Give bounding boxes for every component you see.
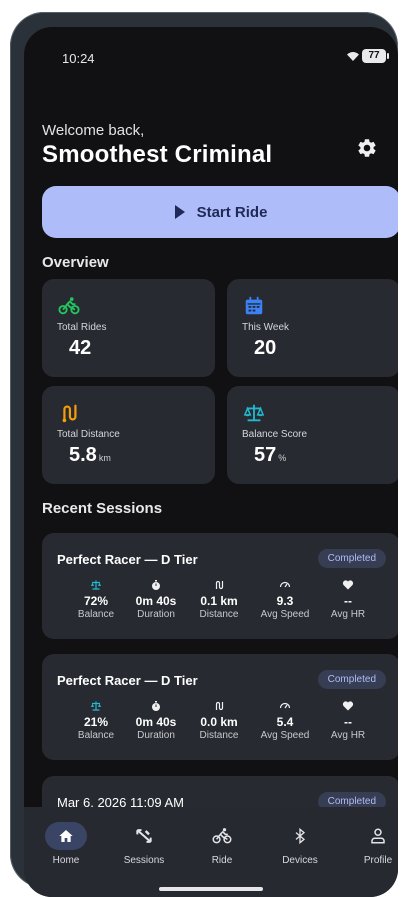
metric-avg-speed: 9.3 Avg Speed — [253, 578, 317, 621]
calendar-icon — [245, 296, 263, 315]
bottom-nav: Home Sessions Ride Devices Profile — [24, 807, 398, 897]
session-title: Perfect Racer — D Tier — [57, 552, 198, 567]
metric-duration: 0m 40s Duration — [124, 699, 188, 742]
stopwatch-icon — [152, 701, 160, 711]
speedometer-icon — [279, 702, 291, 709]
nav-label: Sessions — [123, 855, 165, 866]
bike-icon — [58, 297, 80, 315]
scale-icon — [243, 404, 265, 422]
metric-distance: 0.0 km Distance — [187, 699, 251, 742]
phone-frame: 10:24 77 Welcome back, Smoothest Crimina… — [10, 12, 398, 897]
home-icon — [59, 830, 73, 842]
stat-value: 57% — [254, 444, 287, 466]
route-icon — [215, 580, 224, 590]
heart-icon — [342, 701, 354, 711]
status-time: 10:24 — [62, 51, 95, 66]
stat-card-this-week: This Week 20 — [227, 279, 398, 377]
status-bar: 10:24 77 — [24, 27, 398, 67]
metric-distance: 0.1 km Distance — [187, 578, 251, 621]
nav-label: Home — [52, 855, 80, 866]
recent-sessions-heading: Recent Sessions — [42, 500, 163, 517]
session-card[interactable]: Perfect Racer — D Tier Completed 21% Bal… — [42, 654, 398, 760]
username-title: Smoothest Criminal — [42, 141, 273, 168]
bluetooth-icon — [295, 827, 306, 845]
metric-avg-hr: -- Avg HR — [316, 578, 380, 621]
app-screen: 10:24 77 Welcome back, Smoothest Crimina… — [24, 27, 398, 897]
stopwatch-icon — [152, 580, 160, 590]
session-title: Perfect Racer — D Tier — [57, 673, 198, 688]
nav-label: Ride — [211, 855, 233, 866]
metric-duration: 0m 40s Duration — [124, 578, 188, 621]
stat-label: Balance Score — [242, 429, 308, 440]
metric-avg-speed: 5.4 Avg Speed — [253, 699, 317, 742]
nav-sessions[interactable]: Sessions — [114, 821, 174, 866]
bike-icon — [212, 828, 232, 844]
speedometer-icon — [279, 581, 291, 588]
metric-avg-hr: -- Avg HR — [316, 699, 380, 742]
metric-balance: 21% Balance — [64, 699, 128, 742]
route-icon — [215, 701, 224, 711]
stat-card-total-rides: Total Rides 42 — [42, 279, 215, 377]
heart-icon — [342, 580, 354, 590]
stat-card-balance-score: Balance Score 57% — [227, 386, 398, 484]
stat-card-total-distance: Total Distance 5.8 km — [42, 386, 215, 484]
battery-icon: 77 — [362, 49, 389, 63]
profile-icon — [371, 828, 385, 844]
route-icon — [62, 404, 77, 423]
overview-heading: Overview — [42, 254, 109, 271]
stat-value: 42 — [69, 337, 92, 359]
scale-icon — [91, 701, 101, 711]
scale-icon — [91, 580, 101, 590]
play-icon — [174, 205, 185, 219]
nav-home[interactable]: Home — [36, 821, 96, 866]
metric-balance: 72% Balance — [64, 578, 128, 621]
nav-ride[interactable]: Ride — [192, 821, 252, 866]
status-badge: Completed — [317, 549, 386, 568]
nav-profile[interactable]: Profile — [348, 821, 398, 866]
nav-devices[interactable]: Devices — [270, 821, 330, 866]
stat-value: 20 — [254, 337, 277, 359]
stat-label: Total Rides — [57, 322, 107, 333]
wifi-icon — [347, 52, 359, 61]
start-ride-button[interactable]: Start Ride — [42, 186, 398, 238]
home-indicator[interactable] — [159, 887, 263, 891]
nav-label: Devices — [282, 855, 318, 866]
status-badge: Completed — [317, 670, 386, 689]
start-ride-label: Start Ride — [196, 203, 268, 221]
welcome-text: Welcome back, — [42, 122, 145, 139]
gear-icon[interactable] — [356, 137, 378, 159]
nav-label: Profile — [363, 855, 393, 866]
sessions-icon — [136, 829, 152, 843]
stat-label: This Week — [242, 322, 290, 333]
stat-label: Total Distance — [57, 429, 120, 440]
stat-value: 5.8 km — [69, 444, 111, 466]
session-card[interactable]: Perfect Racer — D Tier Completed 72% Bal… — [42, 533, 398, 639]
